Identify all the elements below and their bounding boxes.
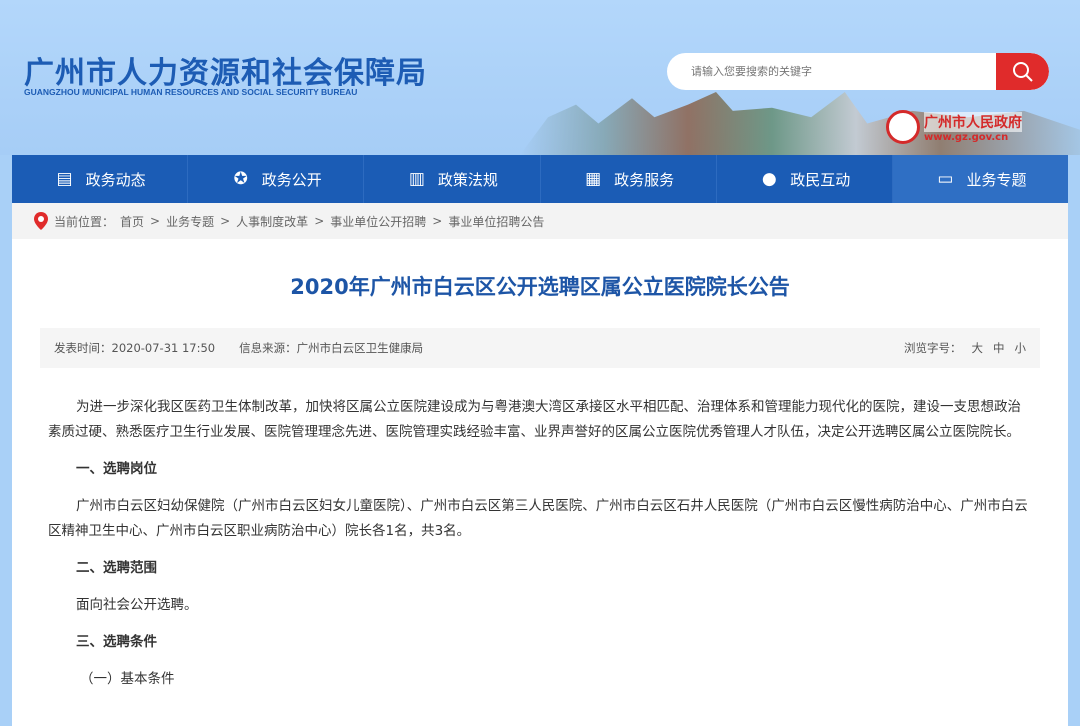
breadcrumb-reform[interactable]: 人事制度改革 <box>236 213 308 230</box>
gov-name: 广州市人民政府 <box>924 111 1022 132</box>
article-body: 为进一步深化我区医药卫生体制改革，加快将区属公立医院建设成为与粤港澳大湾区承接区… <box>48 395 1034 704</box>
article-title: 2020年广州市白云区公开选聘区属公立医院院长公告 <box>290 275 790 299</box>
nav-label: 政民互动 <box>790 170 851 189</box>
font-size-label: 浏览字号： <box>904 341 962 355</box>
breadcrumb-topics[interactable]: 业务专题 <box>166 213 214 230</box>
section-heading: 一、选聘岗位 <box>76 461 157 477</box>
book-icon: ▥ <box>408 169 425 189</box>
site-logo-subtitle: GUANGZHOU MUNICIPAL HUMAN RESOURCES AND … <box>24 87 358 97</box>
breadcrumb-recruitment[interactable]: 事业单位公开招聘 <box>330 213 426 230</box>
breadcrumb-sep: > <box>432 214 443 228</box>
search-box <box>667 53 1049 90</box>
breadcrumb-label: 当前位置： <box>54 214 115 229</box>
nav-item-service[interactable]: ▦ 政务服务 <box>541 155 717 203</box>
breadcrumb: 当前位置： 首页 > 业务专题 > 人事制度改革 > 事业单位公开招聘 > 事业单位招聘… <box>12 203 1068 239</box>
list-icon: ▭ <box>937 169 954 189</box>
content-panel: 当前位置： 首页 > 业务专题 > 人事制度改革 > 事业单位公开招聘 > 事业单位招聘… <box>12 203 1068 726</box>
breadcrumb-sep: > <box>220 214 231 228</box>
chat-icon: ● <box>761 169 777 189</box>
site-header: 广州市人力资源和社会保障局 GUANGZHOU MUNICIPAL HUMAN … <box>0 0 1080 155</box>
nav-item-disclosure[interactable]: ✪ 政务公开 <box>188 155 365 203</box>
nav-item-news[interactable]: ▤ 政务动态 <box>12 155 189 203</box>
gz-government-link[interactable]: 广州市人民政府 www.gz.gov.cn <box>886 110 1022 144</box>
breadcrumb-home[interactable]: 首页 <box>120 213 144 230</box>
nav-item-topics[interactable]: ▭ 业务专题 <box>892 155 1069 203</box>
font-size-controls: 浏览字号： 大 中 小 <box>904 340 1026 356</box>
info-source: 信息来源：广州市白云区卫生健康局 <box>239 341 424 355</box>
document-icon: ▦ <box>585 169 602 189</box>
section-heading: 三、选聘条件 <box>76 634 157 650</box>
nav-label: 政务公开 <box>261 170 322 189</box>
gov-url: www.gz.gov.cn <box>924 131 1009 143</box>
paragraph: 广州市白云区妇幼保健院（广州市白云区妇女儿童医院）、广州市白云区第三人民医院、广… <box>48 498 1028 539</box>
newspaper-icon: ▤ <box>56 169 73 189</box>
breadcrumb-announcements[interactable]: 事业单位招聘公告 <box>448 213 544 230</box>
font-size-large[interactable]: 大 <box>972 340 984 356</box>
subsection-heading: （一）基本条件 <box>80 671 175 687</box>
search-button[interactable] <box>996 53 1049 90</box>
nav-label: 政策法规 <box>437 170 498 189</box>
font-size-small[interactable]: 小 <box>1015 340 1027 356</box>
breadcrumb-sep: > <box>314 214 325 228</box>
nav-item-policy[interactable]: ▥ 政策法规 <box>364 155 541 203</box>
star-icon: ✪ <box>233 169 248 189</box>
search-icon <box>1012 61 1033 82</box>
breadcrumb-sep: > <box>150 214 161 228</box>
font-size-medium[interactable]: 中 <box>993 340 1005 356</box>
paragraph: 面向社会公开选聘。 <box>76 597 198 613</box>
section-heading: 二、选聘范围 <box>76 560 157 576</box>
nav-item-interaction[interactable]: ● 政民互动 <box>717 155 893 203</box>
nav-label: 业务专题 <box>966 170 1027 189</box>
article-info-bar: 发表时间：2020-07-31 17:50 信息来源：广州市白云区卫生健康局 浏… <box>40 328 1040 368</box>
search-input[interactable] <box>691 53 991 90</box>
publish-time: 发表时间：2020-07-31 17:50 <box>54 341 216 355</box>
gov-seal-icon <box>886 110 920 144</box>
paragraph: 为进一步深化我区医药卫生体制改革，加快将区属公立医院建设成为与粤港澳大湾区承接区… <box>48 399 1021 440</box>
location-pin-icon <box>34 212 48 230</box>
nav-label: 政务服务 <box>614 170 675 189</box>
site-logo-title[interactable]: 广州市人力资源和社会保障局 <box>24 48 427 92</box>
main-nav: ▤ 政务动态 ✪ 政务公开 ▥ 政策法规 ▦ 政务服务 ● 政民互动 ▭ 业务专题 <box>12 155 1069 203</box>
nav-label: 政务动态 <box>85 170 146 189</box>
